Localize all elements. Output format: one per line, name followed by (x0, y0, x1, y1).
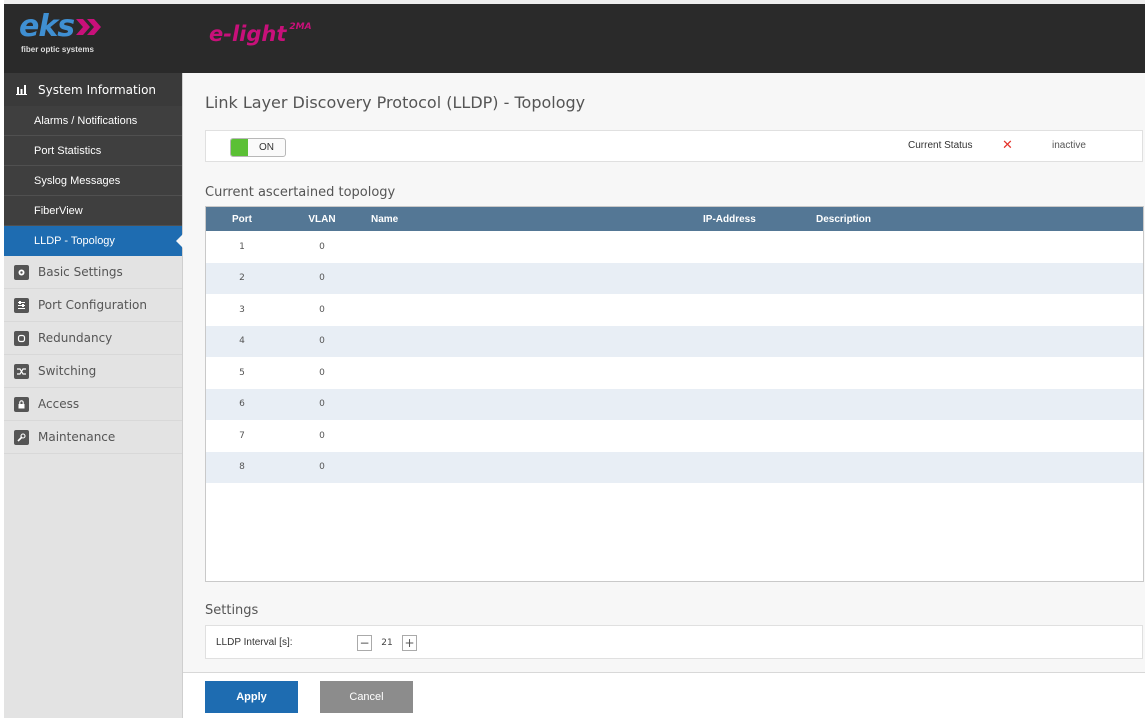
sidebar-subitem-label: Port Statistics (34, 144, 102, 157)
cell-vlan: 0 (319, 367, 325, 378)
gear-icon (14, 264, 29, 280)
column-header-description: Description (816, 213, 872, 225)
table-row: 3 0 (206, 294, 1143, 326)
bar-chart-icon (14, 82, 29, 97)
sidebar-item-port-configuration[interactable]: Port Configuration (4, 289, 182, 322)
cell-port: 8 (239, 462, 245, 473)
column-header-port: Port (232, 213, 252, 225)
sidebar-subitem-label: LLDP - Topology (34, 235, 115, 247)
cell-port: 5 (239, 367, 245, 378)
sidebar-subitem-port-statistics[interactable]: Port Statistics (4, 136, 182, 166)
sidebar-item-label: System Information (38, 82, 157, 97)
sidebar-subitem-syslog[interactable]: Syslog Messages (4, 166, 182, 196)
sidebar-item-label: Maintenance (38, 430, 116, 444)
table-row: 8 0 (206, 451, 1143, 483)
header-bar: eks fiber optic systems e-light 2MA (4, 0, 1145, 73)
action-footer: Apply Cancel (183, 672, 1145, 718)
sidebar-item-label: Access (38, 397, 80, 411)
table-header: Port VLAN Name IP-Address Description (206, 207, 1143, 231)
toggle-label: ON (259, 142, 274, 153)
sidebar-subitem-label: Syslog Messages (34, 174, 121, 187)
shuffle-icon (14, 363, 29, 379)
current-status-value: inactive (1052, 140, 1086, 151)
cancel-button[interactable]: Cancel (320, 681, 413, 713)
lldp-interval-label: LLDP Interval [s]: (216, 637, 293, 648)
table-row: 2 0 (206, 262, 1143, 294)
cell-port: 1 (239, 241, 245, 252)
product-suffix: 2MA (289, 22, 312, 32)
table-row: 1 0 (206, 231, 1143, 263)
topology-table: Port VLAN Name IP-Address Description 1 … (205, 206, 1144, 582)
page-title: Link Layer Discovery Protocol (LLDP) - T… (205, 93, 586, 112)
loop-icon (14, 330, 29, 346)
cell-vlan: 0 (319, 336, 325, 347)
decrement-button[interactable]: − (357, 635, 372, 651)
cell-vlan: 0 (319, 273, 325, 284)
sidebar-item-system-information[interactable]: System Information (4, 73, 182, 106)
product-logo: e-light 2MA (209, 22, 312, 46)
main-content: Link Layer Discovery Protocol (LLDP) - T… (183, 73, 1145, 718)
sidebar-subitem-alarms[interactable]: Alarms / Notifications (4, 106, 182, 136)
cell-port: 6 (239, 399, 245, 410)
logo-tagline: fiber optic systems (21, 45, 94, 54)
cell-port: 2 (239, 273, 245, 284)
cell-port: 4 (239, 336, 245, 347)
product-name: e-light (209, 22, 287, 46)
sliders-icon (14, 297, 29, 313)
lldp-interval-value[interactable]: 21 (372, 638, 402, 648)
sidebar-item-label: Port Configuration (38, 298, 147, 312)
cell-vlan: 0 (319, 430, 325, 441)
sidebar-item-redundancy[interactable]: Redundancy (4, 322, 182, 355)
current-status-label: Current Status (908, 140, 973, 151)
lldp-status-bar: ON Current Status ✕ inactive (205, 130, 1143, 162)
table-row: 4 0 (206, 325, 1143, 357)
table-row: 7 0 (206, 420, 1143, 452)
cell-vlan: 0 (319, 462, 325, 473)
settings-section-title: Settings (205, 603, 259, 618)
cell-port: 3 (239, 304, 245, 315)
sidebar-subitem-fiberview[interactable]: FiberView (4, 196, 182, 226)
sidebar-item-label: Basic Settings (38, 265, 123, 279)
double-chevron-icon (76, 19, 102, 35)
sidebar-item-access[interactable]: Access (4, 388, 182, 421)
sidebar-subitem-label: FiberView (34, 204, 83, 217)
sidebar-item-basic-settings[interactable]: Basic Settings (4, 256, 182, 289)
table-row: 5 0 (206, 357, 1143, 389)
sidebar-item-switching[interactable]: Switching (4, 355, 182, 388)
toggle-knob (231, 139, 248, 156)
eks-logo[interactable]: eks fiber optic systems (19, 9, 189, 73)
cell-port: 7 (239, 430, 245, 441)
wrench-icon (14, 429, 29, 445)
sidebar: System Information Alarms / Notification… (4, 73, 183, 718)
topology-section-title: Current ascertained topology (205, 185, 396, 200)
increment-button[interactable]: + (402, 635, 417, 651)
lldp-enable-toggle[interactable]: ON (230, 138, 286, 157)
logo-mark: eks (19, 9, 189, 44)
sidebar-item-maintenance[interactable]: Maintenance (4, 421, 182, 454)
x-icon: ✕ (1002, 138, 1013, 153)
lldp-interval-stepper: − 21 + (357, 634, 417, 652)
cell-vlan: 0 (319, 399, 325, 410)
cell-vlan: 0 (319, 304, 325, 315)
lock-icon (14, 396, 29, 412)
sidebar-subitem-label: Alarms / Notifications (34, 114, 138, 127)
logo-text: eks (19, 9, 75, 44)
sidebar-subitem-lldp-topology[interactable]: LLDP - Topology (4, 226, 183, 256)
apply-button[interactable]: Apply (205, 681, 298, 713)
settings-bar: LLDP Interval [s]: − 21 + (205, 625, 1143, 659)
column-header-name: Name (371, 213, 399, 225)
table-row: 6 0 (206, 388, 1143, 420)
column-header-ip-address: IP-Address (703, 213, 756, 225)
cell-vlan: 0 (319, 241, 325, 252)
header-strip (4, 0, 1145, 4)
sidebar-item-label: Redundancy (38, 331, 113, 345)
column-header-vlan: VLAN (308, 213, 336, 225)
sidebar-item-label: Switching (38, 364, 97, 378)
